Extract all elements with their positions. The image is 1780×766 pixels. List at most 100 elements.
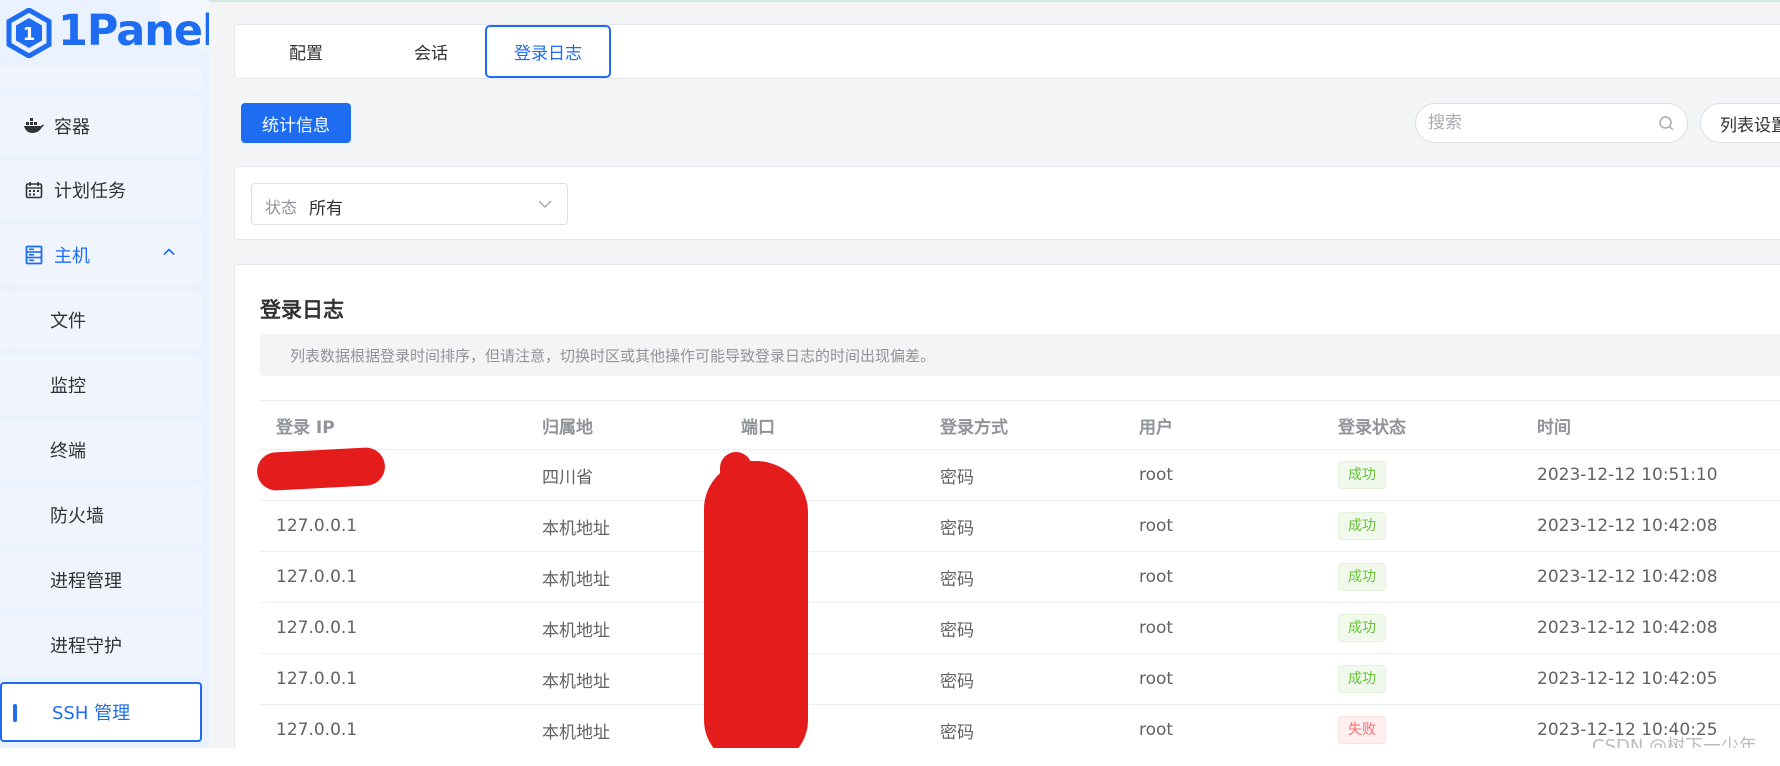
sidebar-item-terminal[interactable]: 终端 xyxy=(0,420,202,480)
status-badge: 成功 xyxy=(1338,665,1386,693)
status-select-prefix: 状态 xyxy=(265,198,298,217)
stats-button[interactable]: 统计信息 xyxy=(241,103,351,143)
login-log-table: 登录 IP 归属地 端口 登录方式 用户 登录状态 时间 四川省 密码 root… xyxy=(260,400,1780,748)
logo-text: 1Panel xyxy=(58,6,209,56)
cell-user: root xyxy=(1123,551,1322,603)
cell-ip: 127.0.0.1 xyxy=(260,602,526,654)
sidebar-item-process[interactable]: 进程管理 xyxy=(0,550,202,610)
status-badge: 成功 xyxy=(1338,614,1386,642)
sidebar-item-label: 进程管理 xyxy=(50,571,122,592)
chevron-down-icon xyxy=(538,200,552,209)
sidebar-item-label: 主机 xyxy=(54,246,90,267)
table-row: 127.0.0.1 本机地址 密码 root 成功 2023-12-12 10:… xyxy=(260,602,1780,654)
cell-status: 成功 xyxy=(1322,602,1521,654)
cell-ip: 127.0.0.1 xyxy=(260,500,526,552)
sidebar-item-ssh[interactable]: SSH 管理 xyxy=(0,682,202,742)
cell-method: 密码 xyxy=(924,551,1123,603)
cell-method: 密码 xyxy=(924,500,1123,552)
app-window: 1 1Panel 容器 计划任务 主机 文件 监控 终端 防火墙 进程管理 进程… xyxy=(0,0,1780,748)
filter-bar: 状态 所有 xyxy=(234,166,1780,240)
calendar-icon xyxy=(22,178,46,202)
cell-location: 本机地址 xyxy=(526,704,725,748)
cell-user: root xyxy=(1123,704,1322,748)
cell-time: 2023-12-12 10:42:08 xyxy=(1521,500,1780,552)
sidebar-item-label: 监控 xyxy=(50,376,86,397)
cell-time: 2023-12-12 10:42:05 xyxy=(1521,653,1780,705)
list-settings-button[interactable]: 列表设置 xyxy=(1700,103,1780,143)
chevron-up-icon[interactable] xyxy=(162,247,176,257)
cell-user: root xyxy=(1123,602,1322,654)
cell-user: root xyxy=(1123,653,1322,705)
cell-location: 四川省 xyxy=(526,449,725,501)
status-badge: 成功 xyxy=(1338,512,1386,540)
tab-session[interactable]: 会话 xyxy=(377,25,485,78)
sidebar-item-label: 文件 xyxy=(50,311,86,332)
server-icon xyxy=(22,243,46,267)
column-header-time[interactable]: 时间 xyxy=(1521,400,1780,450)
cell-ip: 127.0.0.1 xyxy=(260,653,526,705)
logo[interactable]: 1 1Panel xyxy=(0,0,209,70)
column-header-port[interactable]: 端口 xyxy=(725,400,924,450)
sidebar-item-label: 进程守护 xyxy=(50,636,122,657)
sidebar-item-container[interactable]: 容器 xyxy=(0,96,202,156)
search-icon[interactable] xyxy=(1658,115,1675,132)
cell-user: root xyxy=(1123,449,1322,501)
cell-time: 2023-12-12 10:42:08 xyxy=(1521,602,1780,654)
notice-alert: 列表数据根据登录时间排序，但请注意，切换时区或其他操作可能导致登录日志的时间出现… xyxy=(260,334,1780,376)
sidebar-item-label: 终端 xyxy=(50,441,86,462)
logo-hexagon-icon: 1 xyxy=(6,8,52,58)
status-badge: 失败 xyxy=(1338,716,1386,744)
table-header-row: 登录 IP 归属地 端口 登录方式 用户 登录状态 时间 xyxy=(260,400,1780,450)
sidebar-item-label: 防火墙 xyxy=(50,506,104,527)
svg-text:1: 1 xyxy=(23,24,36,45)
cell-status: 成功 xyxy=(1322,449,1521,501)
table-row: 127.0.0.1 本机地址 密码 root 成功 2023-12-12 10:… xyxy=(260,500,1780,552)
watermark: CSDN @树下一少年 xyxy=(1592,736,1758,748)
sidebar-item-supervisor[interactable]: 进程守护 xyxy=(0,615,202,675)
cell-ip: 127.0.0.1 xyxy=(260,704,526,748)
sidebar-item-label: SSH 管理 xyxy=(52,703,131,724)
cell-status: 失败 xyxy=(1322,704,1521,748)
status-badge: 成功 xyxy=(1338,461,1386,489)
sidebar-item-host[interactable]: 主机 xyxy=(0,225,202,285)
cell-method: 密码 xyxy=(924,602,1123,654)
login-log-card: 登录日志 列表数据根据登录时间排序，但请注意，切换时区或其他操作可能导致登录日志… xyxy=(234,264,1780,748)
menu-item-partial[interactable] xyxy=(0,66,202,90)
cell-location: 本机地址 xyxy=(526,653,725,705)
search-input[interactable] xyxy=(1428,112,1648,134)
cell-status: 成功 xyxy=(1322,500,1521,552)
cell-ip: 127.0.0.1 xyxy=(260,551,526,603)
search-box xyxy=(1415,103,1688,143)
sidebar-item-cron[interactable]: 计划任务 xyxy=(0,160,202,220)
cell-time: 2023-12-12 10:51:10 xyxy=(1521,449,1780,501)
cell-method: 密码 xyxy=(924,653,1123,705)
cell-location: 本机地址 xyxy=(526,602,725,654)
sidebar-item-label: 容器 xyxy=(54,117,90,138)
table-row: 127.0.0.1 本机地址 密码 root 失败 2023-12-12 10:… xyxy=(260,704,1780,748)
table-row: 127.0.0.1 本机地址 密码 root 成功 2023-12-12 10:… xyxy=(260,551,1780,603)
tab-login-log[interactable]: 登录日志 xyxy=(485,25,611,78)
cell-method: 密码 xyxy=(924,449,1123,501)
sidebar: 1 1Panel 容器 计划任务 主机 文件 监控 终端 防火墙 进程管理 进程… xyxy=(0,0,209,748)
cell-status: 成功 xyxy=(1322,551,1521,603)
sidebar-item-files[interactable]: 文件 xyxy=(0,290,202,350)
sidebar-item-monitor[interactable]: 监控 xyxy=(0,355,202,415)
cell-status: 成功 xyxy=(1322,653,1521,705)
page-title: 登录日志 xyxy=(260,298,344,322)
sidebar-item-firewall[interactable]: 防火墙 xyxy=(0,485,202,545)
table-row: 127.0.0.1 本机地址 密码 root 成功 2023-12-12 10:… xyxy=(260,653,1780,705)
column-header-ip[interactable]: 登录 IP xyxy=(260,400,526,450)
status-select[interactable]: 状态 所有 xyxy=(251,183,568,225)
status-badge: 成功 xyxy=(1338,563,1386,591)
redaction-mark-port xyxy=(704,461,808,748)
top-accent-line xyxy=(0,0,1780,2)
cell-location: 本机地址 xyxy=(526,500,725,552)
column-header-status[interactable]: 登录状态 xyxy=(1322,400,1521,450)
column-header-method[interactable]: 登录方式 xyxy=(924,400,1123,450)
column-header-user[interactable]: 用户 xyxy=(1123,400,1322,450)
cell-location: 本机地址 xyxy=(526,551,725,603)
column-header-location[interactable]: 归属地 xyxy=(526,400,725,450)
redaction-mark-ip xyxy=(256,446,386,492)
status-select-value: 所有 xyxy=(309,199,343,219)
tab-config[interactable]: 配置 xyxy=(252,25,360,78)
